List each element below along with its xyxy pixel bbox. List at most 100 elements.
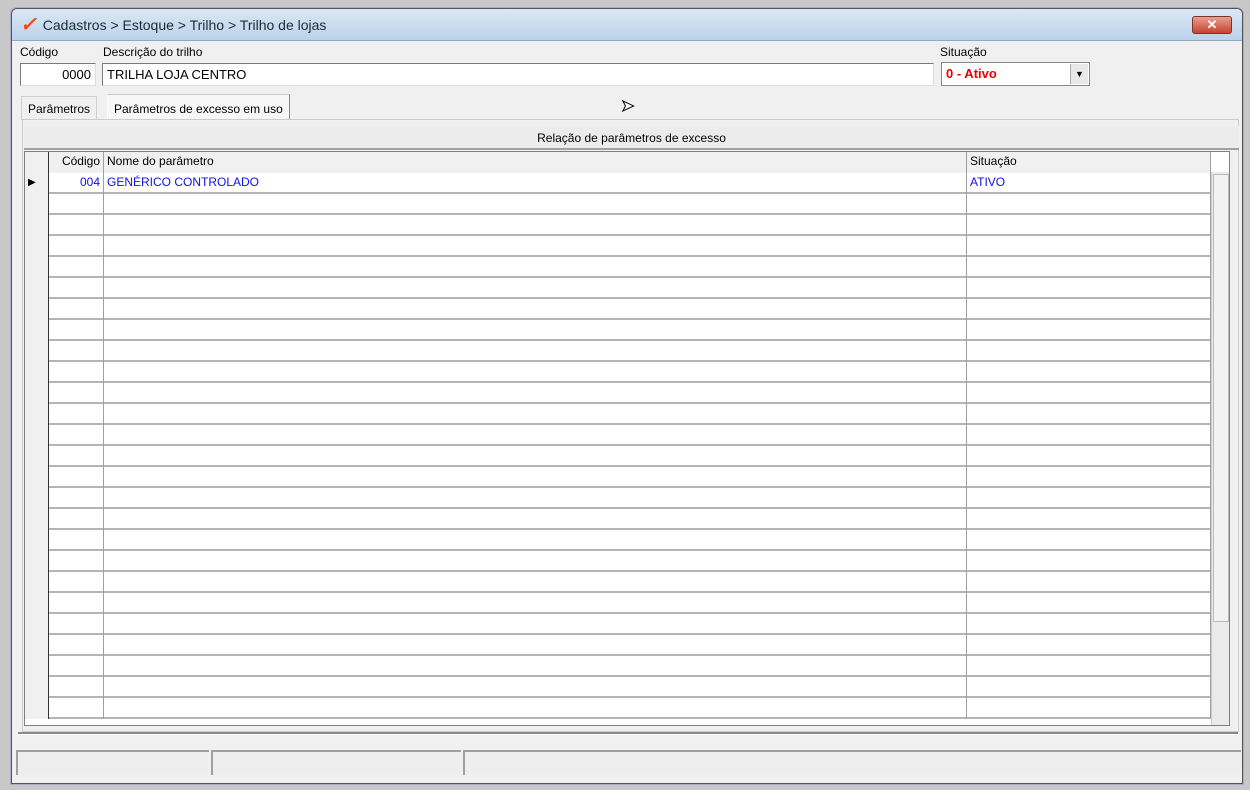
table-row[interactable] <box>25 425 1211 446</box>
cell-codigo[interactable]: 004 <box>49 173 104 194</box>
cell-nome[interactable] <box>104 320 967 341</box>
column-header-nome[interactable]: Nome do parâmetro <box>104 152 967 173</box>
cell-situacao[interactable] <box>967 404 1211 425</box>
table-row[interactable] <box>25 656 1211 677</box>
table-row[interactable]: ▶ 004 GENÉRICO CONTROLADO ATIVO <box>25 173 1211 194</box>
cell-nome[interactable] <box>104 362 967 383</box>
cell-codigo[interactable] <box>49 236 104 257</box>
cell-codigo[interactable] <box>49 551 104 572</box>
table-row[interactable] <box>25 446 1211 467</box>
scrollbar-thumb[interactable] <box>1213 174 1229 622</box>
codigo-input[interactable]: 0000 <box>20 63 96 86</box>
table-row[interactable] <box>25 530 1211 551</box>
cell-nome[interactable] <box>104 530 967 551</box>
cell-codigo[interactable] <box>49 299 104 320</box>
table-row[interactable] <box>25 677 1211 698</box>
table-row[interactable] <box>25 572 1211 593</box>
cell-codigo[interactable] <box>49 656 104 677</box>
cell-nome[interactable] <box>104 299 967 320</box>
table-row[interactable] <box>25 320 1211 341</box>
table-row[interactable] <box>25 299 1211 320</box>
situacao-select[interactable]: 0 - Ativo ▼ <box>941 62 1090 86</box>
cell-nome[interactable] <box>104 425 967 446</box>
cell-situacao[interactable] <box>967 614 1211 635</box>
table-row[interactable] <box>25 509 1211 530</box>
cell-nome[interactable] <box>104 677 967 698</box>
cell-situacao[interactable] <box>967 299 1211 320</box>
cell-codigo[interactable] <box>49 530 104 551</box>
cell-codigo[interactable] <box>49 572 104 593</box>
cell-codigo[interactable] <box>49 509 104 530</box>
cell-situacao[interactable] <box>967 278 1211 299</box>
table-row[interactable] <box>25 194 1211 215</box>
vertical-scrollbar[interactable] <box>1211 172 1229 725</box>
cell-codigo[interactable] <box>49 341 104 362</box>
cell-situacao[interactable] <box>967 467 1211 488</box>
cell-situacao[interactable] <box>967 194 1211 215</box>
cell-nome[interactable] <box>104 341 967 362</box>
cell-situacao[interactable] <box>967 215 1211 236</box>
table-row[interactable] <box>25 551 1211 572</box>
cell-situacao[interactable] <box>967 593 1211 614</box>
cell-nome[interactable] <box>104 698 967 719</box>
cell-codigo[interactable] <box>49 194 104 215</box>
cell-nome[interactable] <box>104 572 967 593</box>
table-row[interactable] <box>25 362 1211 383</box>
table-row[interactable] <box>25 236 1211 257</box>
cell-situacao[interactable] <box>967 488 1211 509</box>
cell-situacao[interactable] <box>967 257 1211 278</box>
cell-nome[interactable] <box>104 194 967 215</box>
column-header-situacao[interactable]: Situação <box>967 152 1211 173</box>
cell-nome[interactable]: GENÉRICO CONTROLADO <box>104 173 967 194</box>
cell-situacao[interactable] <box>967 656 1211 677</box>
cell-situacao[interactable] <box>967 551 1211 572</box>
cell-nome[interactable] <box>104 488 967 509</box>
cell-situacao[interactable] <box>967 341 1211 362</box>
descricao-input[interactable]: TRILHA LOJA CENTRO <box>102 63 934 86</box>
cell-nome[interactable] <box>104 656 967 677</box>
table-row[interactable] <box>25 614 1211 635</box>
cell-codigo[interactable] <box>49 677 104 698</box>
table-row[interactable] <box>25 257 1211 278</box>
cell-situacao[interactable] <box>967 677 1211 698</box>
cell-situacao[interactable] <box>967 425 1211 446</box>
cell-codigo[interactable] <box>49 488 104 509</box>
cell-situacao[interactable] <box>967 509 1211 530</box>
cell-nome[interactable] <box>104 593 967 614</box>
tab-parametros-excesso[interactable]: Parâmetros de excesso em uso <box>107 94 290 121</box>
table-row[interactable] <box>25 341 1211 362</box>
cell-codigo[interactable] <box>49 635 104 656</box>
cell-nome[interactable] <box>104 404 967 425</box>
cell-codigo[interactable] <box>49 614 104 635</box>
table-row[interactable] <box>25 488 1211 509</box>
cell-nome[interactable] <box>104 446 967 467</box>
column-header-codigo[interactable]: Código <box>49 152 104 173</box>
cell-situacao[interactable] <box>967 362 1211 383</box>
cell-situacao[interactable] <box>967 236 1211 257</box>
table-row[interactable] <box>25 635 1211 656</box>
cell-nome[interactable] <box>104 614 967 635</box>
cell-codigo[interactable] <box>49 446 104 467</box>
cell-situacao[interactable] <box>967 320 1211 341</box>
cell-codigo[interactable] <box>49 320 104 341</box>
table-row[interactable] <box>25 404 1211 425</box>
table-row[interactable] <box>25 278 1211 299</box>
table-row[interactable] <box>25 383 1211 404</box>
cell-codigo[interactable] <box>49 278 104 299</box>
cell-nome[interactable] <box>104 509 967 530</box>
cell-nome[interactable] <box>104 551 967 572</box>
cell-situacao[interactable] <box>967 635 1211 656</box>
cell-nome[interactable] <box>104 467 967 488</box>
cell-codigo[interactable] <box>49 404 104 425</box>
cell-codigo[interactable] <box>49 593 104 614</box>
cell-codigo[interactable] <box>49 257 104 278</box>
cell-nome[interactable] <box>104 215 967 236</box>
cell-nome[interactable] <box>104 236 967 257</box>
table-row[interactable] <box>25 467 1211 488</box>
table-row[interactable] <box>25 698 1211 719</box>
cell-codigo[interactable] <box>49 383 104 404</box>
cell-codigo[interactable] <box>49 698 104 719</box>
tab-parametros[interactable]: Parâmetros <box>21 96 98 120</box>
cell-codigo[interactable] <box>49 215 104 236</box>
cell-nome[interactable] <box>104 635 967 656</box>
